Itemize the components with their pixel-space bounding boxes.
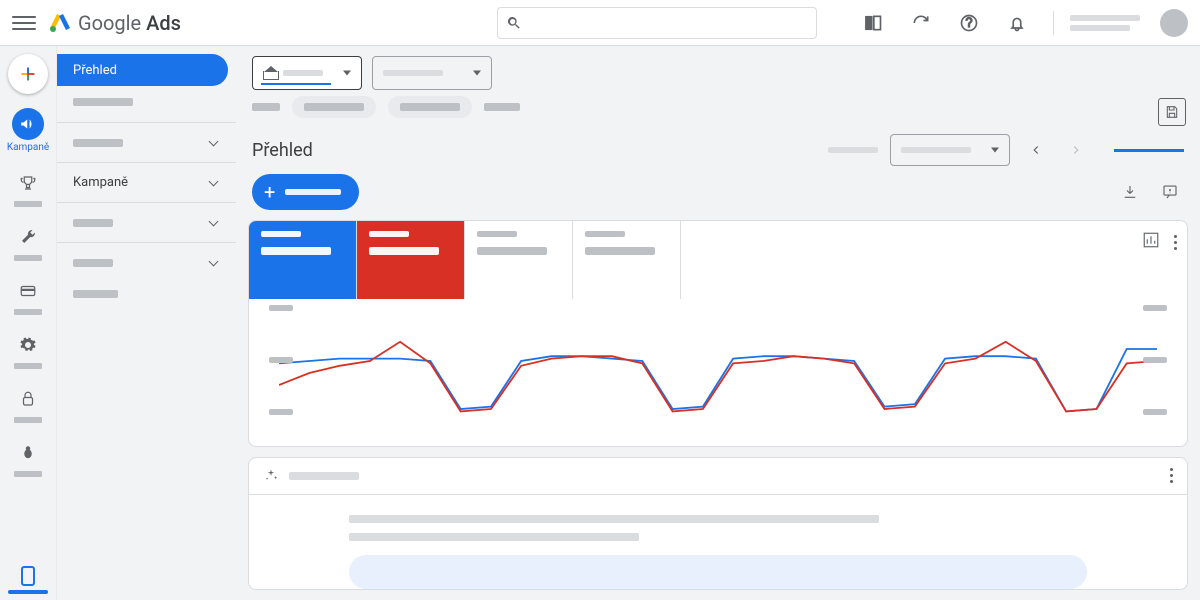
account-info[interactable] (1070, 15, 1140, 31)
metric-tile-2[interactable] (357, 221, 465, 299)
rail-billing[interactable] (0, 271, 56, 319)
download-icon (1121, 183, 1139, 201)
rail-goals[interactable] (0, 163, 56, 211)
lock-icon (19, 390, 37, 408)
line-chart (279, 313, 1157, 433)
plus-icon: + (264, 182, 275, 202)
chevron-down-icon (210, 218, 220, 228)
download-button[interactable] (1116, 178, 1144, 206)
rail-security[interactable] (0, 379, 56, 427)
chevron-down-icon (210, 178, 220, 188)
scope-selector[interactable] (372, 56, 492, 90)
metric-tile-3[interactable] (465, 221, 573, 299)
divider (1053, 11, 1054, 35)
filter-chip[interactable] (388, 96, 472, 118)
chevron-down-icon (210, 138, 220, 148)
card-menu-button[interactable] (1170, 468, 1173, 483)
gear-icon (19, 336, 37, 354)
page-title: Přehled (252, 140, 313, 161)
sparkle-icon (263, 468, 279, 484)
metric-tile-4[interactable] (573, 221, 681, 299)
create-fab[interactable] (8, 54, 48, 94)
menu-button[interactable] (12, 11, 36, 35)
sidebar-item[interactable] (57, 278, 236, 310)
account-selector[interactable] (252, 56, 362, 90)
sidebar-overview[interactable]: Přehled (57, 54, 228, 86)
rail-bug[interactable] (0, 433, 56, 481)
chart-icon (1142, 231, 1160, 249)
metrics-chart-card (248, 220, 1188, 447)
sidebar-item[interactable] (57, 86, 236, 118)
trophy-icon (19, 174, 37, 192)
phone-icon (21, 566, 35, 586)
refresh-button[interactable] (901, 3, 941, 43)
new-campaign-button[interactable]: + (252, 174, 359, 210)
sidebar-campaigns[interactable]: Kampaně (57, 162, 236, 198)
search-icon (506, 15, 522, 31)
avatar[interactable] (1160, 9, 1188, 37)
plus-icon (17, 63, 39, 85)
brand-logo[interactable]: Google Ads (48, 11, 181, 35)
sidebar: Přehled Kampaně (56, 46, 236, 600)
search-input[interactable] (497, 7, 817, 39)
feedback-button[interactable] (1156, 178, 1184, 206)
date-range-selector[interactable] (890, 134, 1010, 166)
save-view-button[interactable] (1158, 98, 1186, 126)
insight-suggestion[interactable] (349, 555, 1087, 589)
bug-icon (19, 444, 37, 462)
chevron-down-icon (210, 258, 220, 268)
megaphone-icon (19, 115, 37, 133)
rail-footer[interactable] (0, 566, 56, 594)
sidebar-item[interactable] (57, 202, 236, 238)
expand-chart-button[interactable] (1142, 231, 1160, 253)
brand-text: Google Ads (78, 11, 181, 35)
date-label (828, 147, 878, 153)
date-next-button[interactable] (1062, 136, 1090, 164)
rail-campaigns[interactable]: Kampaně (0, 104, 56, 157)
filter-chip[interactable] (292, 96, 376, 118)
card-menu-button[interactable] (1174, 235, 1177, 250)
insights-card (248, 457, 1188, 590)
wrench-icon (19, 228, 37, 246)
date-prev-button[interactable] (1022, 136, 1050, 164)
ads-logo-icon (48, 11, 72, 35)
rail-campaigns-label: Kampaně (7, 142, 49, 153)
notifications-button[interactable] (997, 3, 1037, 43)
feedback-icon (1161, 183, 1179, 201)
card-icon (19, 282, 37, 300)
sidebar-item[interactable] (57, 122, 236, 158)
metric-tile-1[interactable] (249, 221, 357, 299)
sidebar-item[interactable] (57, 242, 236, 278)
appearance-button[interactable] (853, 3, 893, 43)
active-tab-indicator (1114, 149, 1184, 152)
home-icon (263, 67, 277, 79)
rail-admin[interactable] (0, 325, 56, 373)
help-button[interactable] (949, 3, 989, 43)
rail-tools[interactable] (0, 217, 56, 265)
save-icon (1164, 104, 1180, 120)
